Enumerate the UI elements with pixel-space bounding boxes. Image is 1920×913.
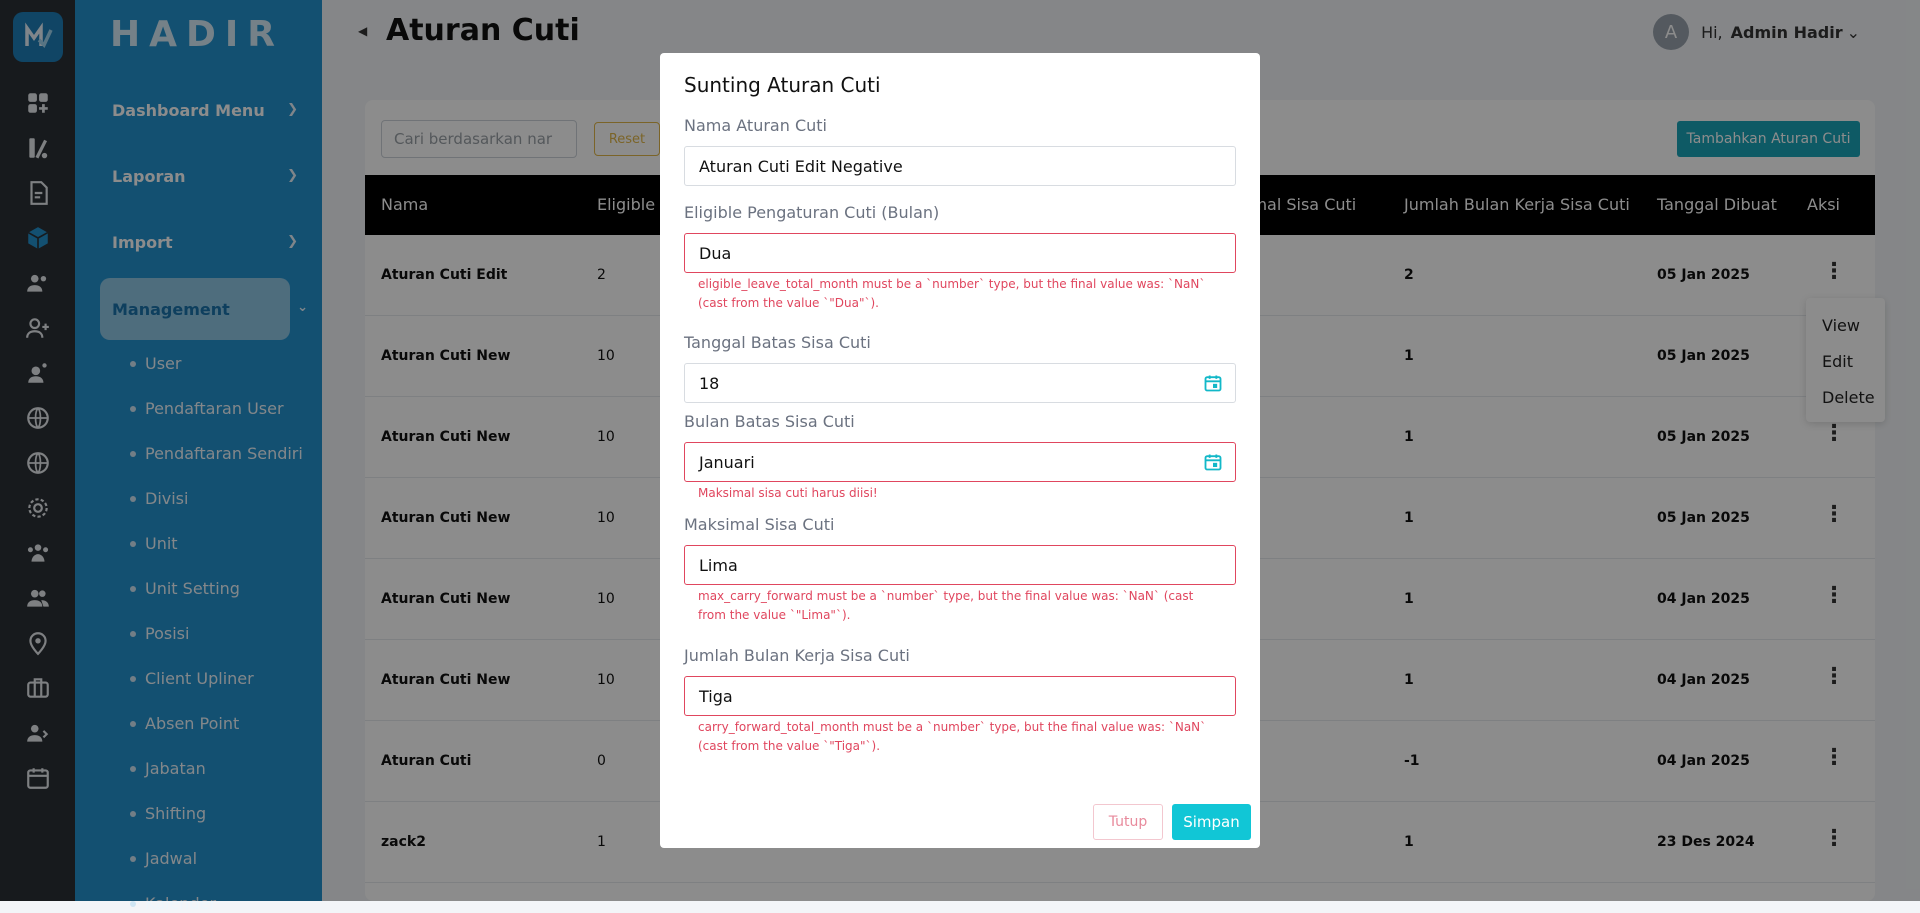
tanggal-batas-field[interactable]: 18 — [684, 363, 1236, 403]
label-jumlah-bulan: Jumlah Bulan Kerja Sisa Cuti — [684, 646, 910, 665]
jumlah-bulan-error: carry_forward_total_month must be a `num… — [698, 720, 1207, 753]
label-eligible: Eligible Pengaturan Cuti (Bulan) — [684, 203, 940, 222]
bulan-batas-error: Maksimal sisa cuti harus diisi! — [698, 486, 878, 500]
bulan-batas-field[interactable]: Januari — [684, 442, 1236, 482]
label-bulan-batas: Bulan Batas Sisa Cuti — [684, 412, 855, 431]
jumlah-bulan-field[interactable]: Tiga — [684, 676, 1236, 716]
save-button[interactable]: Simpan — [1172, 804, 1251, 840]
label-tanggal-batas: Tanggal Batas Sisa Cuti — [684, 333, 871, 352]
eligible-field[interactable]: Dua — [684, 233, 1236, 273]
calendar-icon[interactable] — [1203, 373, 1223, 393]
label-nama: Nama Aturan Cuti — [684, 116, 827, 135]
close-button[interactable]: Tutup — [1093, 804, 1163, 840]
bulan-batas-value: Januari — [699, 452, 755, 472]
label-maksimal: Maksimal Sisa Cuti — [684, 515, 835, 534]
modal-title: Sunting Aturan Cuti — [684, 73, 881, 97]
calendar-icon[interactable] — [1203, 452, 1223, 472]
eligible-error: eligible_leave_total_month must be a `nu… — [698, 277, 1206, 310]
nama-field[interactable]: Aturan Cuti Edit Negative — [684, 146, 1236, 186]
maksimal-field[interactable]: Lima — [684, 545, 1236, 585]
edit-rule-modal: Sunting Aturan Cuti Nama Aturan Cuti Atu… — [660, 53, 1260, 848]
maksimal-error: max_carry_forward must be a `number` typ… — [698, 589, 1194, 622]
tanggal-batas-value: 18 — [699, 373, 720, 393]
